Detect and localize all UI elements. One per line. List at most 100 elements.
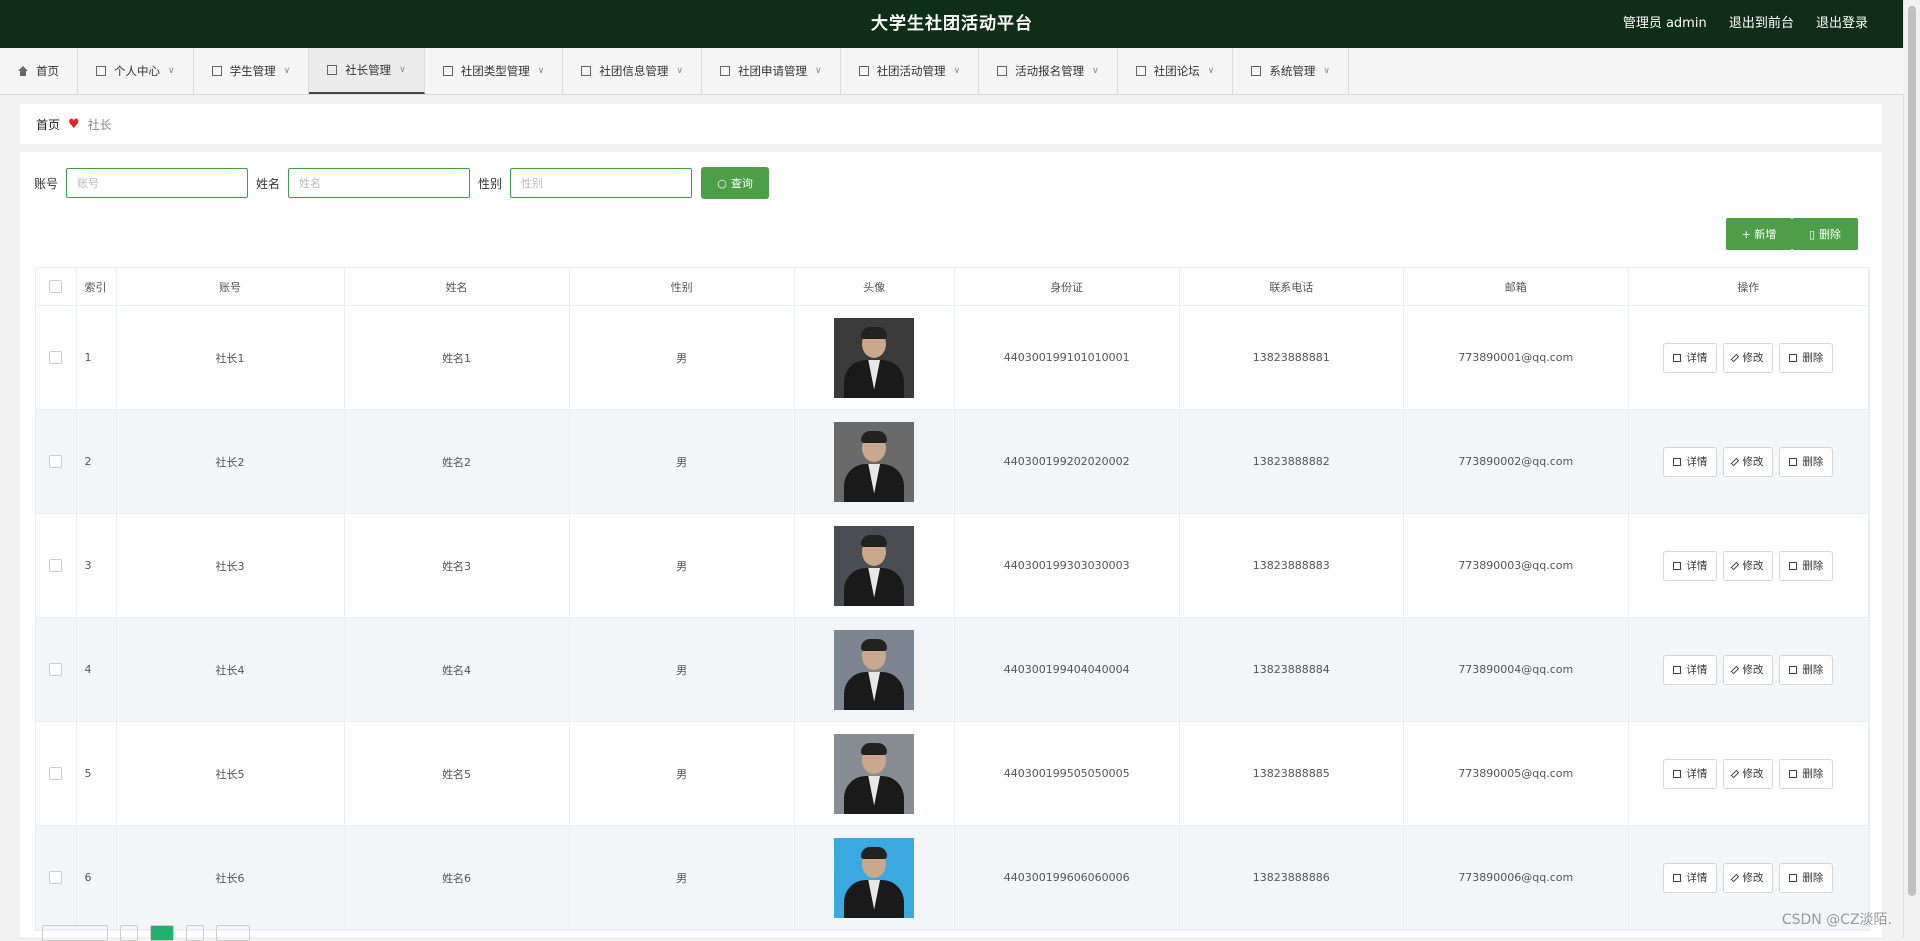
checkbox-icon xyxy=(327,65,338,75)
cell-email: 773890003@qq.com xyxy=(1403,513,1629,618)
vertical-scrollbar[interactable] xyxy=(1903,0,1920,937)
detail-button[interactable]: 详情 xyxy=(1663,654,1718,685)
breadcrumb-home[interactable]: 首页 xyxy=(36,116,60,133)
delete-label: 删除 xyxy=(1802,352,1824,364)
page-size-select[interactable] xyxy=(42,925,108,941)
nav-label: 学生管理 xyxy=(229,64,276,78)
cell-email: 773890004@qq.com xyxy=(1403,617,1629,722)
nav-personal-center[interactable]: 个人中心 ∨ xyxy=(78,48,194,94)
name-input[interactable] xyxy=(288,168,471,198)
row-checkbox[interactable] xyxy=(49,455,63,469)
cell-gender: 男 xyxy=(569,617,795,722)
scrollbar-thumb[interactable] xyxy=(1908,6,1916,896)
cell-index: 6 xyxy=(76,825,117,930)
detail-button[interactable]: 详情 xyxy=(1663,758,1718,789)
edit-button[interactable]: 修改 xyxy=(1723,446,1774,477)
nav-home[interactable]: 首页 xyxy=(0,48,78,94)
row-select-cell[interactable] xyxy=(36,825,77,930)
account-input[interactable] xyxy=(66,168,249,198)
header-name: 姓名 xyxy=(344,268,570,306)
table-row: 3 社长3 姓名3 男 440300199303030003 13823888883 773… xyxy=(36,513,1870,618)
cell-name: 姓名6 xyxy=(344,825,570,930)
detail-button[interactable]: 详情 xyxy=(1663,550,1718,581)
row-checkbox[interactable] xyxy=(49,871,63,885)
nav-club-info-management[interactable]: 社团信息管理 ∨ xyxy=(563,48,702,94)
header-avatar: 头像 xyxy=(794,268,955,306)
chevron-down-icon: ∨ xyxy=(953,66,961,76)
delete-label: 删除 xyxy=(1802,872,1824,884)
select-all-checkbox[interactable] xyxy=(49,280,63,294)
add-button[interactable]: + 新增 xyxy=(1726,218,1792,250)
row-select-cell[interactable] xyxy=(36,409,77,514)
delete-button[interactable]: 删除 xyxy=(1779,758,1834,789)
nav-club-activity-management[interactable]: 社团活动管理 ∨ xyxy=(841,48,980,94)
row-select-cell[interactable] xyxy=(36,617,77,722)
cell-email: 773890002@qq.com xyxy=(1403,409,1629,514)
goto-page-input[interactable] xyxy=(216,925,250,941)
header-email: 邮箱 xyxy=(1403,268,1629,306)
cell-id-card: 440300199606060006 xyxy=(954,825,1180,930)
nav-activity-signup-management[interactable]: 活动报名管理 ∨ xyxy=(979,48,1118,94)
row-select-cell[interactable] xyxy=(36,513,77,618)
delete-button[interactable]: 删除 xyxy=(1779,862,1834,893)
cell-operations: 详情 修改 删除 xyxy=(1628,721,1870,826)
row-checkbox[interactable] xyxy=(49,767,63,781)
location-icon xyxy=(442,66,453,76)
data-table: 索引 账号 姓名 性别 头像 身份证 联系电话 邮箱 操作 1 社长1 姓名1 男 44… xyxy=(35,267,1870,931)
detail-button[interactable]: 详情 xyxy=(1663,446,1718,477)
next-page-button[interactable] xyxy=(186,925,204,941)
cell-avatar xyxy=(794,721,955,826)
prev-page-button[interactable] xyxy=(120,925,138,941)
nav-club-application-management[interactable]: 社团申请管理 ∨ xyxy=(702,48,841,94)
document-icon xyxy=(1673,561,1682,570)
detail-button[interactable]: 详情 xyxy=(1663,342,1718,373)
nav-club-forum[interactable]: 社团论坛 ∨ xyxy=(1118,48,1234,94)
cell-operations: 详情 修改 删除 xyxy=(1628,617,1870,722)
nav-club-type-management[interactable]: 社团类型管理 ∨ xyxy=(425,48,564,94)
bulk-delete-button[interactable]: ▯ 删除 xyxy=(1792,218,1858,250)
cell-id-card: 440300199202020002 xyxy=(954,409,1180,514)
exit-to-front-link[interactable]: 退出到前台 xyxy=(1729,16,1794,31)
chevron-down-icon: ∨ xyxy=(168,66,175,76)
row-checkbox[interactable] xyxy=(49,351,63,365)
nav-student-management[interactable]: 学生管理 ∨ xyxy=(194,48,310,94)
nav-label: 社团类型管理 xyxy=(460,64,530,78)
row-checkbox[interactable] xyxy=(49,559,63,573)
table-row: 4 社长4 姓名4 男 440300199404040004 13823888884 773… xyxy=(36,617,1870,722)
avatar xyxy=(834,629,915,710)
nav-system-management[interactable]: 系统管理 ∨ xyxy=(1233,48,1349,94)
edit-icon xyxy=(1731,769,1740,778)
nav-president-management[interactable]: 社长管理 ∨ xyxy=(309,48,425,94)
name-label: 姓名 xyxy=(256,176,281,191)
select-all-cell[interactable] xyxy=(36,268,77,306)
logout-link[interactable]: 退出登录 xyxy=(1816,16,1868,31)
cell-account: 社长2 xyxy=(116,409,345,514)
row-checkbox[interactable] xyxy=(49,663,63,677)
row-select-cell[interactable] xyxy=(36,305,77,410)
nav-label: 首页 xyxy=(36,64,59,78)
document-icon xyxy=(1673,457,1682,466)
chevron-down-icon: ∨ xyxy=(1207,66,1215,76)
delete-button[interactable]: 删除 xyxy=(1779,342,1834,373)
edit-button[interactable]: 修改 xyxy=(1723,862,1774,893)
cell-account: 社长6 xyxy=(116,825,345,930)
edit-label: 修改 xyxy=(1742,768,1764,780)
current-page[interactable] xyxy=(150,925,174,941)
gender-input[interactable] xyxy=(510,168,693,198)
cell-email: 773890006@qq.com xyxy=(1403,825,1629,930)
query-button[interactable]: ○ 查询 xyxy=(701,167,770,199)
row-select-cell[interactable] xyxy=(36,721,77,826)
breadcrumb-current: 社长 xyxy=(87,117,112,132)
query-label: 查询 xyxy=(730,177,753,190)
edit-button[interactable]: 修改 xyxy=(1723,758,1774,789)
header-phone: 联系电话 xyxy=(1179,268,1404,306)
table-row: 2 社长2 姓名2 男 440300199202020002 13823888882 773… xyxy=(36,409,1870,514)
delete-button[interactable]: 删除 xyxy=(1779,446,1834,477)
delete-button[interactable]: 删除 xyxy=(1779,550,1834,581)
edit-button[interactable]: 修改 xyxy=(1723,550,1774,581)
edit-button[interactable]: 修改 xyxy=(1723,342,1774,373)
edit-button[interactable]: 修改 xyxy=(1723,654,1774,685)
delete-button[interactable]: 删除 xyxy=(1779,654,1834,685)
table-row: 6 社长6 姓名6 男 440300199606060006 13823888886 773… xyxy=(36,825,1870,930)
detail-button[interactable]: 详情 xyxy=(1663,862,1718,893)
